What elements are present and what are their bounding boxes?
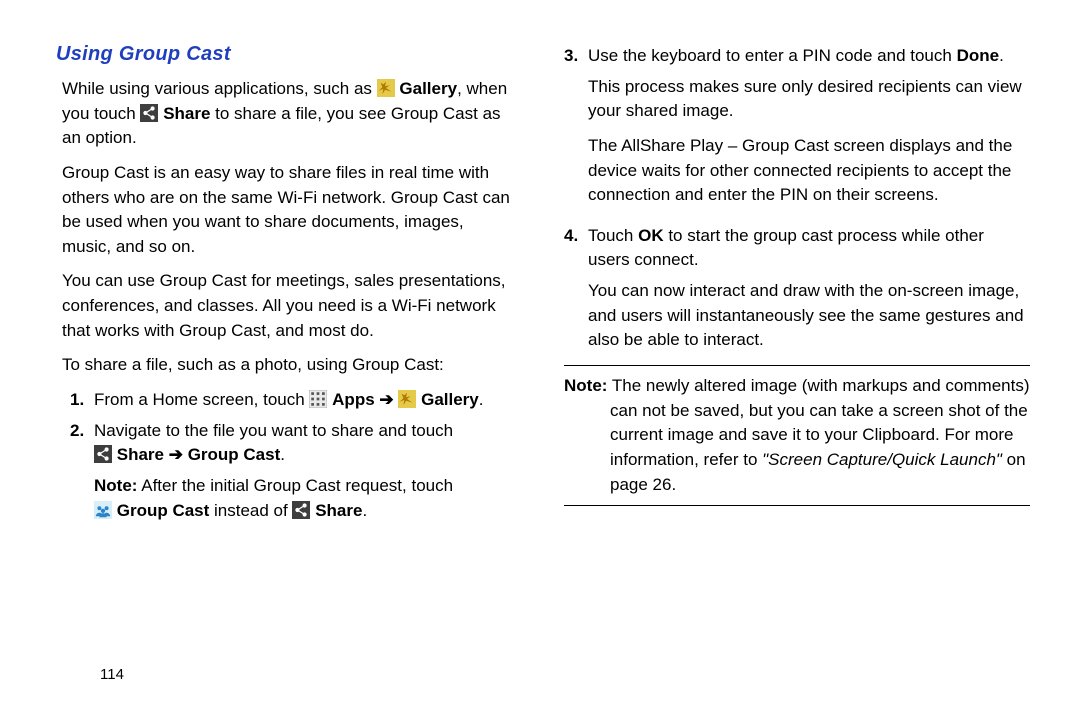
text: From a Home screen, touch: [94, 390, 309, 409]
note-text: Note: The newly altered image (with mark…: [610, 374, 1030, 497]
arrow-icon: ➔: [375, 390, 399, 409]
text: Use the keyboard to enter a PIN code and…: [588, 46, 957, 65]
gallery-label: Gallery: [399, 79, 457, 98]
step-number: 2.: [70, 419, 94, 524]
ok-label: OK: [638, 226, 664, 245]
step-1: 1. From a Home screen, touch Apps ➔ Gall…: [70, 388, 516, 413]
paragraph: You can now interact and draw with the o…: [588, 279, 1030, 353]
step-number: 1.: [70, 388, 94, 413]
share-icon: [94, 445, 112, 463]
step-text: Navigate to the file you want to share a…: [94, 419, 516, 524]
step-number: 3.: [564, 44, 588, 218]
text: .: [999, 46, 1004, 65]
page-number: 114: [100, 664, 124, 686]
section-heading: Using Group Cast: [56, 40, 516, 69]
text: Touch: [588, 226, 638, 245]
step-text: Touch OK to start the group cast process…: [588, 224, 1030, 353]
right-column: 3. Use the keyboard to enter a PIN code …: [564, 40, 1030, 529]
gallery-icon: [398, 390, 416, 408]
step-text: Use the keyboard to enter a PIN code and…: [588, 44, 1030, 218]
text: .: [479, 390, 484, 409]
text: After the initial Group Cast request, to…: [137, 476, 453, 495]
text: While using various applications, such a…: [62, 79, 377, 98]
share-label: Share: [117, 445, 164, 464]
apps-icon: [309, 390, 327, 408]
two-column-layout: Using Group Cast While using various app…: [50, 40, 1030, 529]
note-label: Note:: [94, 476, 137, 495]
text: instead of: [209, 501, 292, 520]
step-2: 2. Navigate to the file you want to shar…: [70, 419, 516, 524]
paragraph: This process makes sure only desired rec…: [588, 75, 1030, 124]
text: Navigate to the file you want to share a…: [94, 421, 453, 440]
body-text: While using various applications, such a…: [62, 77, 516, 378]
apps-label: Apps: [332, 390, 375, 409]
paragraph: The AllShare Play – Group Cast screen di…: [588, 134, 1030, 208]
note-label: Note:: [564, 376, 607, 395]
paragraph: Group Cast is an easy way to share files…: [62, 161, 516, 260]
text: .: [362, 501, 367, 520]
step-text: From a Home screen, touch Apps ➔ Gallery…: [94, 388, 516, 413]
gallery-label: Gallery: [421, 390, 479, 409]
group-cast-icon: [94, 501, 112, 519]
done-label: Done: [957, 46, 1000, 65]
paragraph: While using various applications, such a…: [62, 77, 516, 151]
gallery-icon: [377, 79, 395, 97]
steps-intro: To share a file, such as a photo, using …: [62, 353, 516, 378]
group-cast-label: Group Cast: [117, 501, 210, 520]
share-icon: [292, 501, 310, 519]
share-label: Share: [163, 104, 210, 123]
text: .: [280, 445, 285, 464]
share-icon: [140, 104, 158, 122]
share-label: Share: [315, 501, 362, 520]
group-cast-label: Group Cast: [188, 445, 281, 464]
manual-page: Using Group Cast While using various app…: [0, 0, 1080, 720]
note-block: Note: The newly altered image (with mark…: [564, 365, 1030, 506]
step-3: 3. Use the keyboard to enter a PIN code …: [564, 44, 1030, 218]
step-number: 4.: [564, 224, 588, 353]
arrow-icon: ➔: [164, 445, 188, 464]
cross-reference: "Screen Capture/Quick Launch": [762, 450, 1002, 469]
paragraph: You can use Group Cast for meetings, sal…: [62, 269, 516, 343]
left-column: Using Group Cast While using various app…: [50, 40, 516, 529]
step-4: 4. Touch OK to start the group cast proc…: [564, 224, 1030, 353]
